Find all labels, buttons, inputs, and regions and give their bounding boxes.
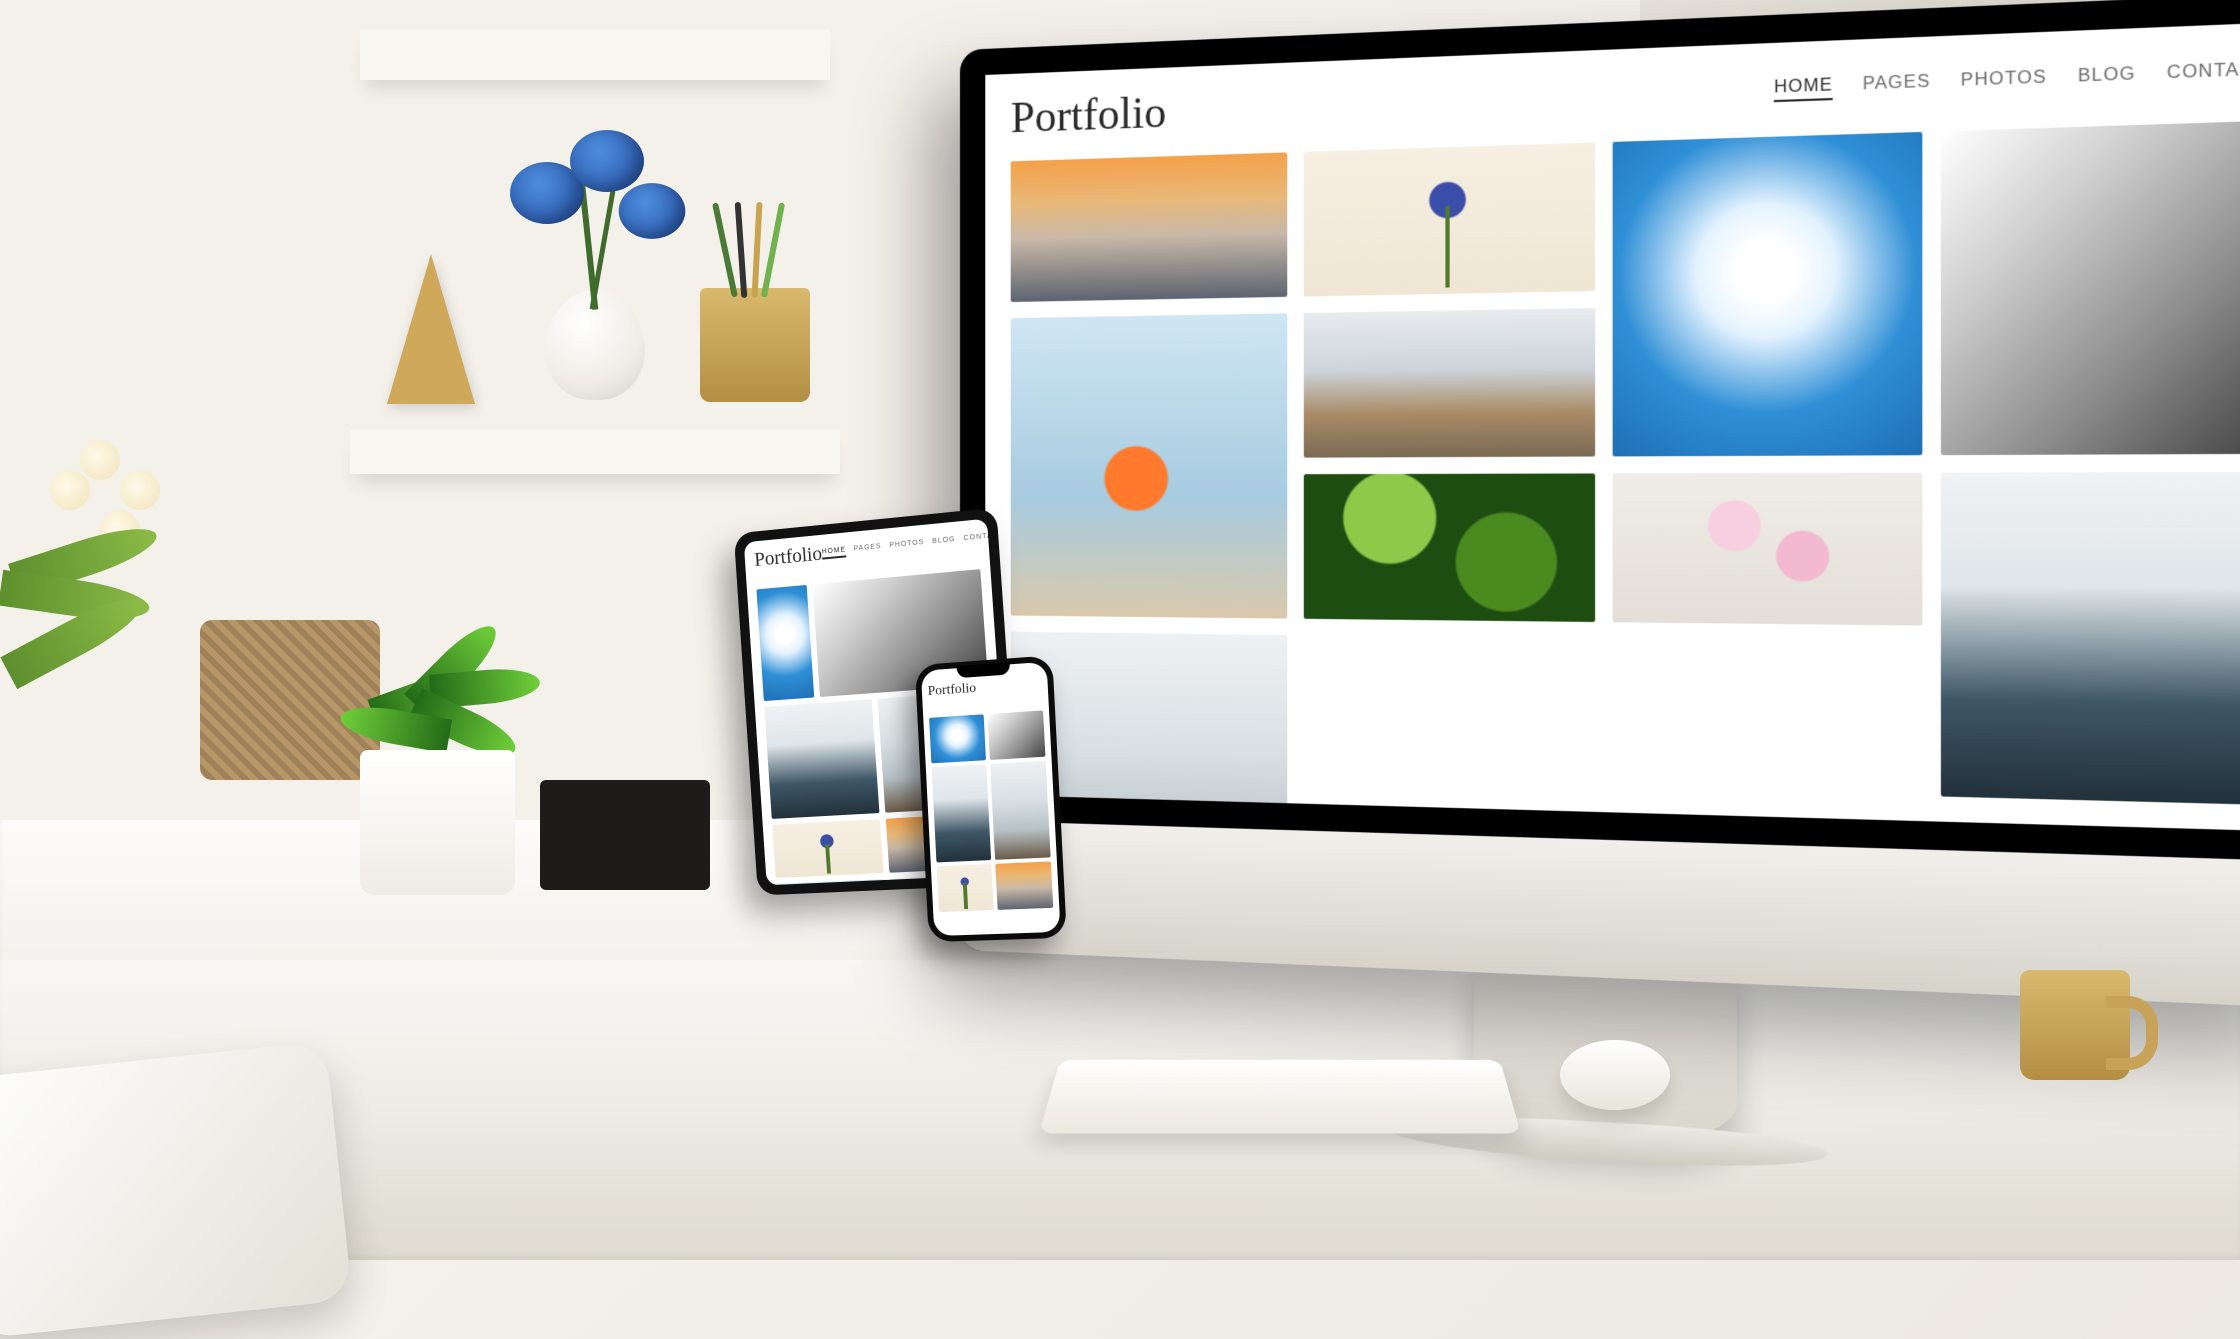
- tile-foggy-mountain[interactable]: [932, 764, 992, 862]
- site-logo[interactable]: Portfolio: [754, 543, 823, 572]
- tile-sunset-harbor[interactable]: [1011, 152, 1287, 302]
- tile-jellyfish[interactable]: [1613, 132, 1922, 457]
- black-box: [540, 780, 710, 890]
- tile-starfish[interactable]: [776, 879, 892, 885]
- nav-home[interactable]: HOME: [1774, 76, 1833, 102]
- tile-steel-bridge[interactable]: [988, 710, 1046, 760]
- nav-contact[interactable]: CONTACT: [2167, 59, 2240, 87]
- gold-mug: [2020, 970, 2130, 1080]
- tile-cherry-blossom[interactable]: [1613, 473, 1922, 626]
- white-chair: [0, 1041, 353, 1339]
- gold-pencil-cup: [700, 288, 810, 402]
- phone-device: Portfolio: [915, 655, 1067, 942]
- nav-blog[interactable]: BLOG: [2078, 64, 2136, 91]
- site-logo[interactable]: Portfolio: [927, 681, 976, 700]
- portfolio-site-desktop: Portfolio HOME PAGES PHOTOS BLOG CONTACT: [985, 22, 2240, 832]
- nav-photos[interactable]: PHOTOS: [1961, 68, 2047, 95]
- tile-foggy-mountain[interactable]: [764, 699, 879, 819]
- shelf-bottom: [350, 430, 840, 474]
- primary-nav: HOME PAGES PHOTOS BLOG CONTACT: [1774, 59, 2240, 101]
- tile-sea-wall[interactable]: [990, 761, 1051, 860]
- tile-jellyfish[interactable]: [756, 585, 814, 701]
- portfolio-site-phone: Portfolio: [921, 662, 1061, 936]
- nav-pages[interactable]: PAGES: [853, 543, 882, 557]
- tile-steel-bridge[interactable]: [1940, 121, 2240, 455]
- hydrangea-flower: [619, 183, 686, 239]
- pencils: [718, 218, 794, 298]
- orchid-plant: [0, 400, 220, 700]
- tile-grape-hyacinth[interactable]: [1303, 142, 1595, 296]
- tile-green-leaves[interactable]: [1303, 473, 1595, 622]
- nav-photos[interactable]: PHOTOS: [889, 539, 925, 553]
- primary-nav: HOME PAGES PHOTOS BLOG CONTACT: [822, 531, 1005, 559]
- keyboard: [1039, 1060, 1521, 1134]
- tile-coastal-city[interactable]: [1303, 308, 1595, 458]
- mouse: [1560, 1040, 1670, 1110]
- phone-screen: Portfolio: [921, 662, 1061, 936]
- site-logo[interactable]: Portfolio: [1011, 86, 1167, 143]
- tile-starfish[interactable]: [1011, 313, 1287, 618]
- nav-home[interactable]: HOME: [822, 546, 847, 559]
- tile-sunset-harbor[interactable]: [995, 861, 1053, 909]
- tile-jellyfish[interactable]: [929, 714, 986, 763]
- nav-pages[interactable]: PAGES: [1863, 72, 1931, 98]
- desktop-monitor: Portfolio HOME PAGES PHOTOS BLOG CONTACT: [960, 0, 2240, 1009]
- tile-grape-hyacinth[interactable]: [937, 864, 994, 912]
- nav-blog[interactable]: BLOG: [932, 536, 956, 549]
- tile-foggy-mountain[interactable]: [1940, 472, 2240, 805]
- gold-tree-decor: [387, 254, 475, 404]
- shelf-top: [360, 30, 830, 80]
- white-planter: [360, 750, 515, 895]
- tile-grape-hyacinth[interactable]: [772, 819, 883, 878]
- photo-grid: [1011, 121, 2240, 832]
- desktop-screen: Portfolio HOME PAGES PHOTOS BLOG CONTACT: [985, 22, 2240, 832]
- hydrangea-flower: [570, 130, 644, 192]
